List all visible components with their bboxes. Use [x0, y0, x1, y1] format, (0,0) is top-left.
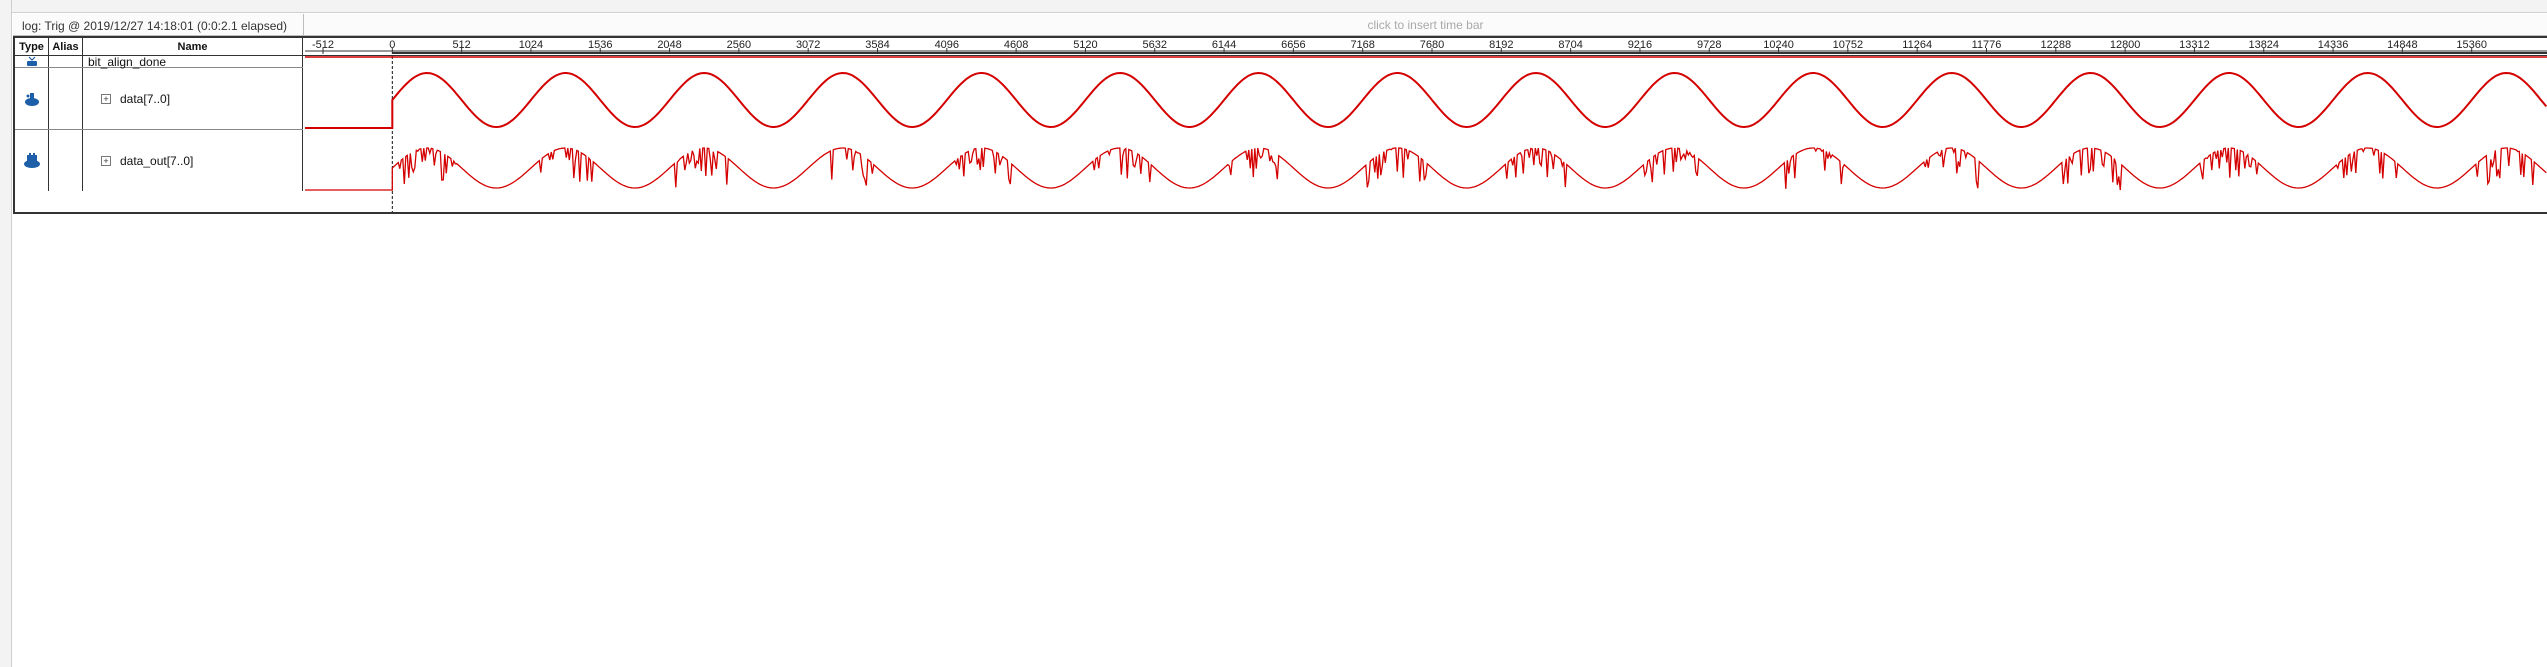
- ruler-tick-label: 13312: [2179, 39, 2210, 51]
- ruler-tick-label: 10240: [1763, 39, 1794, 51]
- insert-time-bar[interactable]: click to insert time bar: [303, 14, 2547, 36]
- ruler-tick-label: 3072: [796, 39, 820, 51]
- alias-cell: [49, 130, 83, 191]
- ruler-tick-label: 12800: [2110, 39, 2141, 51]
- status-bar: log: Trig @ 2019/12/27 14:18:01 (0:0:2.1…: [13, 14, 2547, 36]
- input-pin-icon: [26, 56, 37, 66]
- ruler-tick-label: -512: [312, 39, 334, 51]
- ruler-tick-label: 5120: [1073, 39, 1097, 51]
- signal-grid: Type Alias Name -512 0 512 1024 1536 2048 2560…: [13, 36, 2547, 214]
- insert-time-bar-label: click to insert time bar: [1367, 18, 1484, 32]
- window-left-edge: [0, 0, 12, 667]
- data-out-wave: [305, 147, 2547, 191]
- ruler-tick-label: 0: [389, 39, 395, 51]
- ruler-tick-label: 7680: [1420, 39, 1444, 51]
- ruler-tick-label: 8192: [1489, 39, 1513, 51]
- signal-name: data[7..0]: [120, 91, 171, 106]
- column-header-alias[interactable]: Alias: [49, 38, 83, 55]
- expand-icon[interactable]: +: [101, 93, 111, 104]
- ruler-tick-label: 7168: [1350, 39, 1374, 51]
- ruler-tick-label: 15360: [2456, 39, 2487, 51]
- ruler-tick-label: 2048: [657, 39, 681, 51]
- signal-name-cell[interactable]: + data[7..0]: [83, 68, 303, 129]
- signal-row-data[interactable]: + data[7..0]: [15, 68, 303, 130]
- ruler-tick-label: 4608: [1004, 39, 1028, 51]
- ruler-tick-label: 2560: [727, 39, 751, 51]
- type-cell: [15, 56, 49, 67]
- column-header-type[interactable]: Type: [15, 38, 49, 55]
- ruler-tick-label: 12288: [2041, 39, 2072, 51]
- ruler-tick-label: 10752: [1833, 39, 1864, 51]
- alias-cell: [49, 56, 83, 67]
- signal-name-cell[interactable]: + data_out[7..0]: [83, 130, 303, 191]
- alias-cell: [49, 68, 83, 129]
- bus-icon: [24, 92, 39, 106]
- ruler-tick-label: 8704: [1558, 39, 1582, 51]
- ruler-tick-label: 9728: [1697, 39, 1721, 51]
- signal-name: data_out[7..0]: [120, 153, 194, 168]
- time-ruler-svg: -512 0 512 1024 1536 2048 2560 3072 3584 4096 4608…: [305, 39, 2547, 54]
- ruler-tick-label: 1024: [519, 39, 543, 51]
- window-top-edge: [0, 0, 2547, 13]
- ruler-tick-label: 5632: [1143, 39, 1167, 51]
- ruler-tick-label: 9216: [1628, 39, 1652, 51]
- ruler-tick-label: 14848: [2387, 39, 2418, 51]
- waveform-area[interactable]: [305, 56, 2547, 214]
- bus-output-icon: [23, 152, 40, 168]
- ruler-tick-label: 6656: [1281, 39, 1305, 51]
- ruler-tick-label: 14336: [2318, 39, 2349, 51]
- signal-row-data-out[interactable]: + data_out[7..0]: [15, 130, 303, 191]
- expand-icon[interactable]: +: [101, 155, 111, 166]
- ruler-tick-label: 3584: [865, 39, 889, 51]
- log-label: log: Trig @ 2019/12/27 14:18:01 (0:0:2.1…: [22, 19, 288, 33]
- type-cell: [15, 68, 49, 129]
- column-header-name[interactable]: Name: [83, 38, 303, 55]
- ruler-tick-label: 4096: [935, 39, 959, 51]
- signal-name: bit_align_done: [88, 54, 167, 69]
- signal-tap-waveform-panel: log: Trig @ 2019/12/27 14:18:01 (0:0:2.1…: [13, 14, 2547, 667]
- signal-row-bit-align-done[interactable]: bit_align_done: [15, 54, 303, 69]
- ruler-tick-label: 11264: [1902, 39, 1932, 51]
- time-ruler[interactable]: -512 0 512 1024 1536 2048 2560 3072 3584 4096 4608…: [305, 38, 2547, 56]
- type-cell: [15, 130, 49, 191]
- ruler-tick-label: 512: [452, 39, 470, 51]
- ruler-tick-label: 11776: [1972, 39, 2002, 51]
- data-wave: [305, 71, 2547, 129]
- ruler-tick-label: 6144: [1212, 39, 1236, 51]
- ruler-tick-label: 13824: [2248, 39, 2279, 51]
- ruler-tick-label: 1536: [588, 39, 612, 51]
- signal-name-cell[interactable]: bit_align_done: [83, 54, 303, 69]
- waveform-svg: [305, 56, 2547, 212]
- header-row: Type Alias Name -512 0 512 1024 1536 2048 2560…: [15, 38, 2547, 56]
